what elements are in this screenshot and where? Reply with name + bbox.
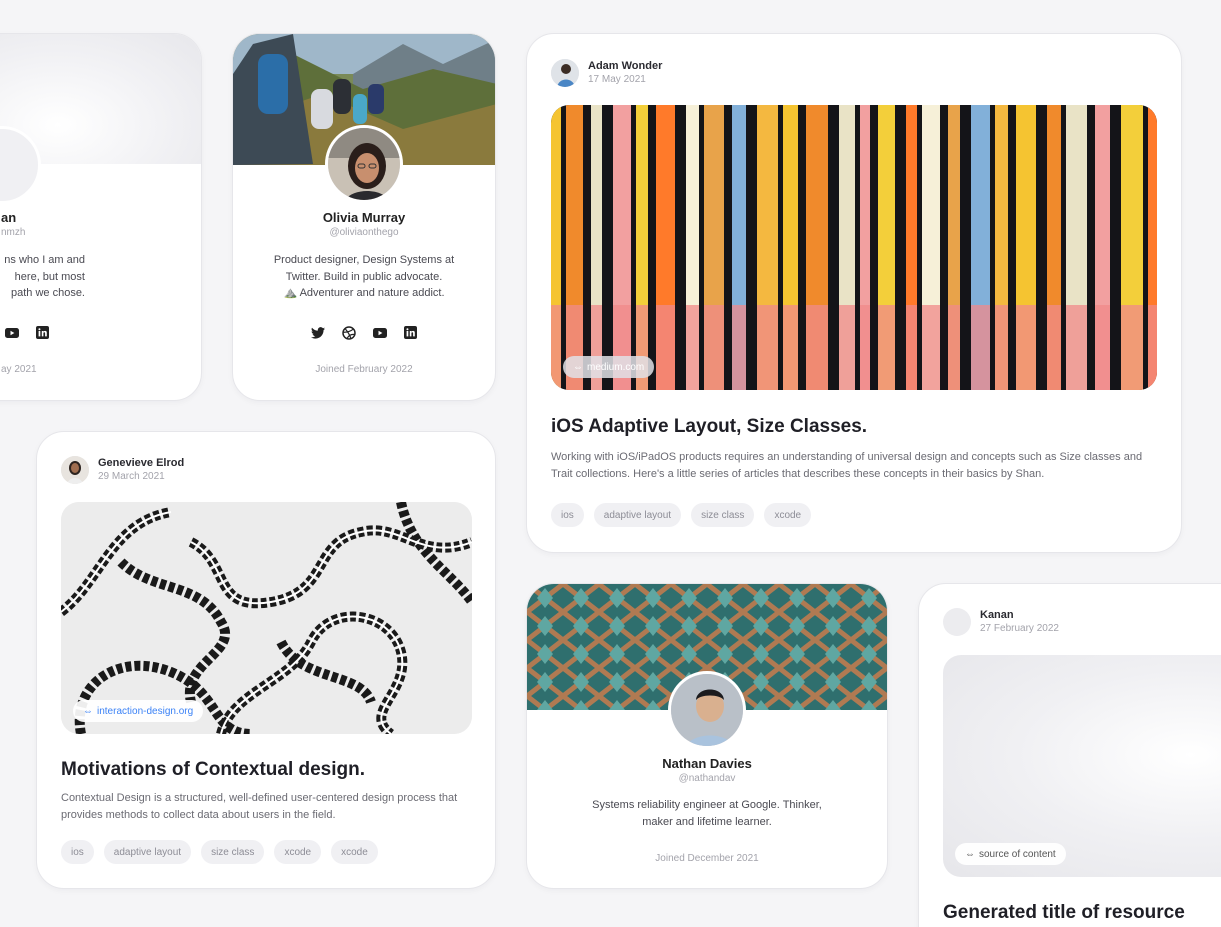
bio-line: ns who I am and: [4, 254, 85, 266]
stripe-base: [783, 305, 798, 390]
bio-line: ⛰️ Adventurer and nature addict.: [283, 287, 445, 299]
profile-joined: Joined December 2021: [655, 853, 759, 864]
stripe-base: [1095, 305, 1110, 390]
link-icon: ⇔: [573, 361, 583, 373]
profile-name: an: [1, 210, 17, 225]
article-title[interactable]: iOS Adaptive Layout, Size Classes.: [551, 416, 867, 438]
author-date: 29 March 2021: [98, 471, 165, 482]
tag[interactable]: size class: [691, 503, 755, 527]
author-date: 27 February 2022: [980, 623, 1059, 634]
article-card-contextual[interactable]: Genevieve Elrod 29 March 2021 ⇔ interact…: [36, 431, 496, 889]
bio-line: here, but most: [14, 270, 85, 283]
stripe-base: [732, 305, 746, 390]
avatar-genevieve: [61, 456, 89, 484]
source-link[interactable]: ⇔ medium.com: [563, 356, 655, 378]
tag[interactable]: size class: [201, 840, 265, 864]
author-name: Genevieve Elrod: [98, 457, 185, 469]
stripe-base: [948, 305, 960, 390]
profile-handle: @nathandav: [678, 773, 736, 784]
youtube-icon[interactable]: [4, 325, 19, 340]
article-author: Kanan 27 February 2022: [943, 608, 1059, 636]
stripe-base: [1121, 305, 1143, 390]
stripe-base: [1016, 305, 1036, 390]
profile-handle: @oliviaonthego: [329, 227, 399, 238]
author-date: 17 May 2021: [588, 74, 646, 85]
article-description: Contextual Design is a structured, well-…: [61, 792, 458, 821]
avatar-olivia: [325, 125, 403, 203]
article-hero-image: ⇔ medium.com: [551, 105, 1157, 390]
avatar-adam: [551, 59, 579, 87]
profile-joined: Joined February 2022: [315, 364, 413, 375]
stripe-base: [551, 305, 561, 390]
stripe-base: [839, 305, 855, 390]
stripe-base: [1148, 305, 1157, 390]
profile-handle: nmzh: [1, 227, 26, 238]
profile-name: Olivia Murray: [322, 210, 406, 225]
tag[interactable]: xcode: [331, 840, 378, 864]
stripe-base: [757, 305, 778, 390]
article-author: Genevieve Elrod 29 March 2021: [61, 456, 184, 484]
source-link[interactable]: ⇔ interaction-design.org: [73, 700, 204, 722]
tag[interactable]: xcode: [764, 503, 812, 527]
tag[interactable]: ios: [61, 840, 94, 864]
stripe-base: [1066, 305, 1087, 390]
source-label: source of content: [979, 848, 1056, 860]
profile-card-nathan[interactable]: Nathan Davies @nathandav Systems reliabi…: [526, 583, 888, 889]
stripe-base: [906, 305, 917, 390]
article-title[interactable]: Generated title of resource: [943, 902, 1185, 924]
stripe-base: [860, 305, 870, 390]
article-title[interactable]: Motivations of Contextual design.: [61, 759, 365, 781]
article-tags: ios adaptive layout size class xcode: [551, 503, 812, 527]
stripe-base: [656, 305, 675, 390]
bio-line: maker and lifetime learner.: [642, 815, 772, 828]
article-author: Adam Wonder 17 May 2021: [551, 59, 662, 87]
stripe-base: [995, 305, 1008, 390]
article-tags: ios adaptive layout size class xcode xco…: [61, 840, 378, 864]
link-icon: ⇔: [83, 705, 93, 717]
linkedin-icon[interactable]: [403, 325, 418, 340]
youtube-icon[interactable]: [372, 325, 387, 340]
twitter-icon[interactable]: [310, 325, 325, 340]
article-card-ios[interactable]: Adam Wonder 17 May 2021 ⇔ medium.com iOS…: [526, 33, 1182, 553]
profile-name: Nathan Davies: [662, 756, 752, 771]
bio-line: Systems reliability engineer at Google. …: [592, 799, 822, 811]
bio-line: Product designer, Design Systems at: [273, 254, 455, 266]
profile-joined: ay 2021: [1, 364, 37, 375]
avatar-placeholder: [943, 608, 971, 636]
dribbble-icon[interactable]: [341, 325, 356, 340]
linkedin-icon[interactable]: [35, 325, 50, 340]
author-name: Adam Wonder: [588, 60, 663, 72]
link-icon: ⇔: [965, 848, 975, 860]
profile-card-olivia[interactable]: Olivia Murray @oliviaonthego Product des…: [232, 33, 496, 401]
profile-bio: Systems reliability engineer at Google. …: [551, 797, 863, 830]
tag[interactable]: adaptive layout: [103, 840, 192, 864]
stripe-base: [704, 305, 724, 390]
bio-line: Twitter. Build in public advocate.: [285, 270, 443, 283]
stripe-base: [878, 305, 895, 390]
article-card-placeholder[interactable]: Kanan 27 February 2022 ⇔ source of conte…: [918, 583, 1221, 927]
article-description: Working with iOS/iPadOS products require…: [551, 451, 1143, 480]
avatar-nathan: [668, 671, 746, 749]
stripe-base: [806, 305, 828, 390]
stripe-base: [922, 305, 940, 390]
source-label: medium.com: [587, 361, 645, 373]
stripe-base: [971, 305, 990, 390]
bio-line: path we chose.: [11, 287, 85, 299]
source-link[interactable]: ⇔ source of content: [955, 843, 1066, 865]
tag[interactable]: xcode: [274, 840, 322, 864]
stripe-base: [1047, 305, 1061, 390]
stripe-base: [686, 305, 699, 390]
source-label: interaction-design.org: [97, 705, 194, 717]
tag[interactable]: ios: [551, 503, 584, 527]
article-hero-placeholder: ⇔ source of content: [943, 655, 1221, 877]
social-links: [4, 325, 201, 340]
profile-card-partial[interactable]: an nmzh ns who I am and here, but most p…: [0, 33, 202, 401]
profile-bio: ns who I am and here, but most path we c…: [0, 252, 85, 302]
profile-bio: Product designer, Design Systems at Twit…: [257, 252, 471, 302]
article-hero-image: ⇔ interaction-design.org: [61, 502, 472, 734]
author-name: Kanan: [980, 609, 1014, 621]
social-links: [233, 325, 495, 340]
tag[interactable]: adaptive layout: [593, 503, 682, 527]
